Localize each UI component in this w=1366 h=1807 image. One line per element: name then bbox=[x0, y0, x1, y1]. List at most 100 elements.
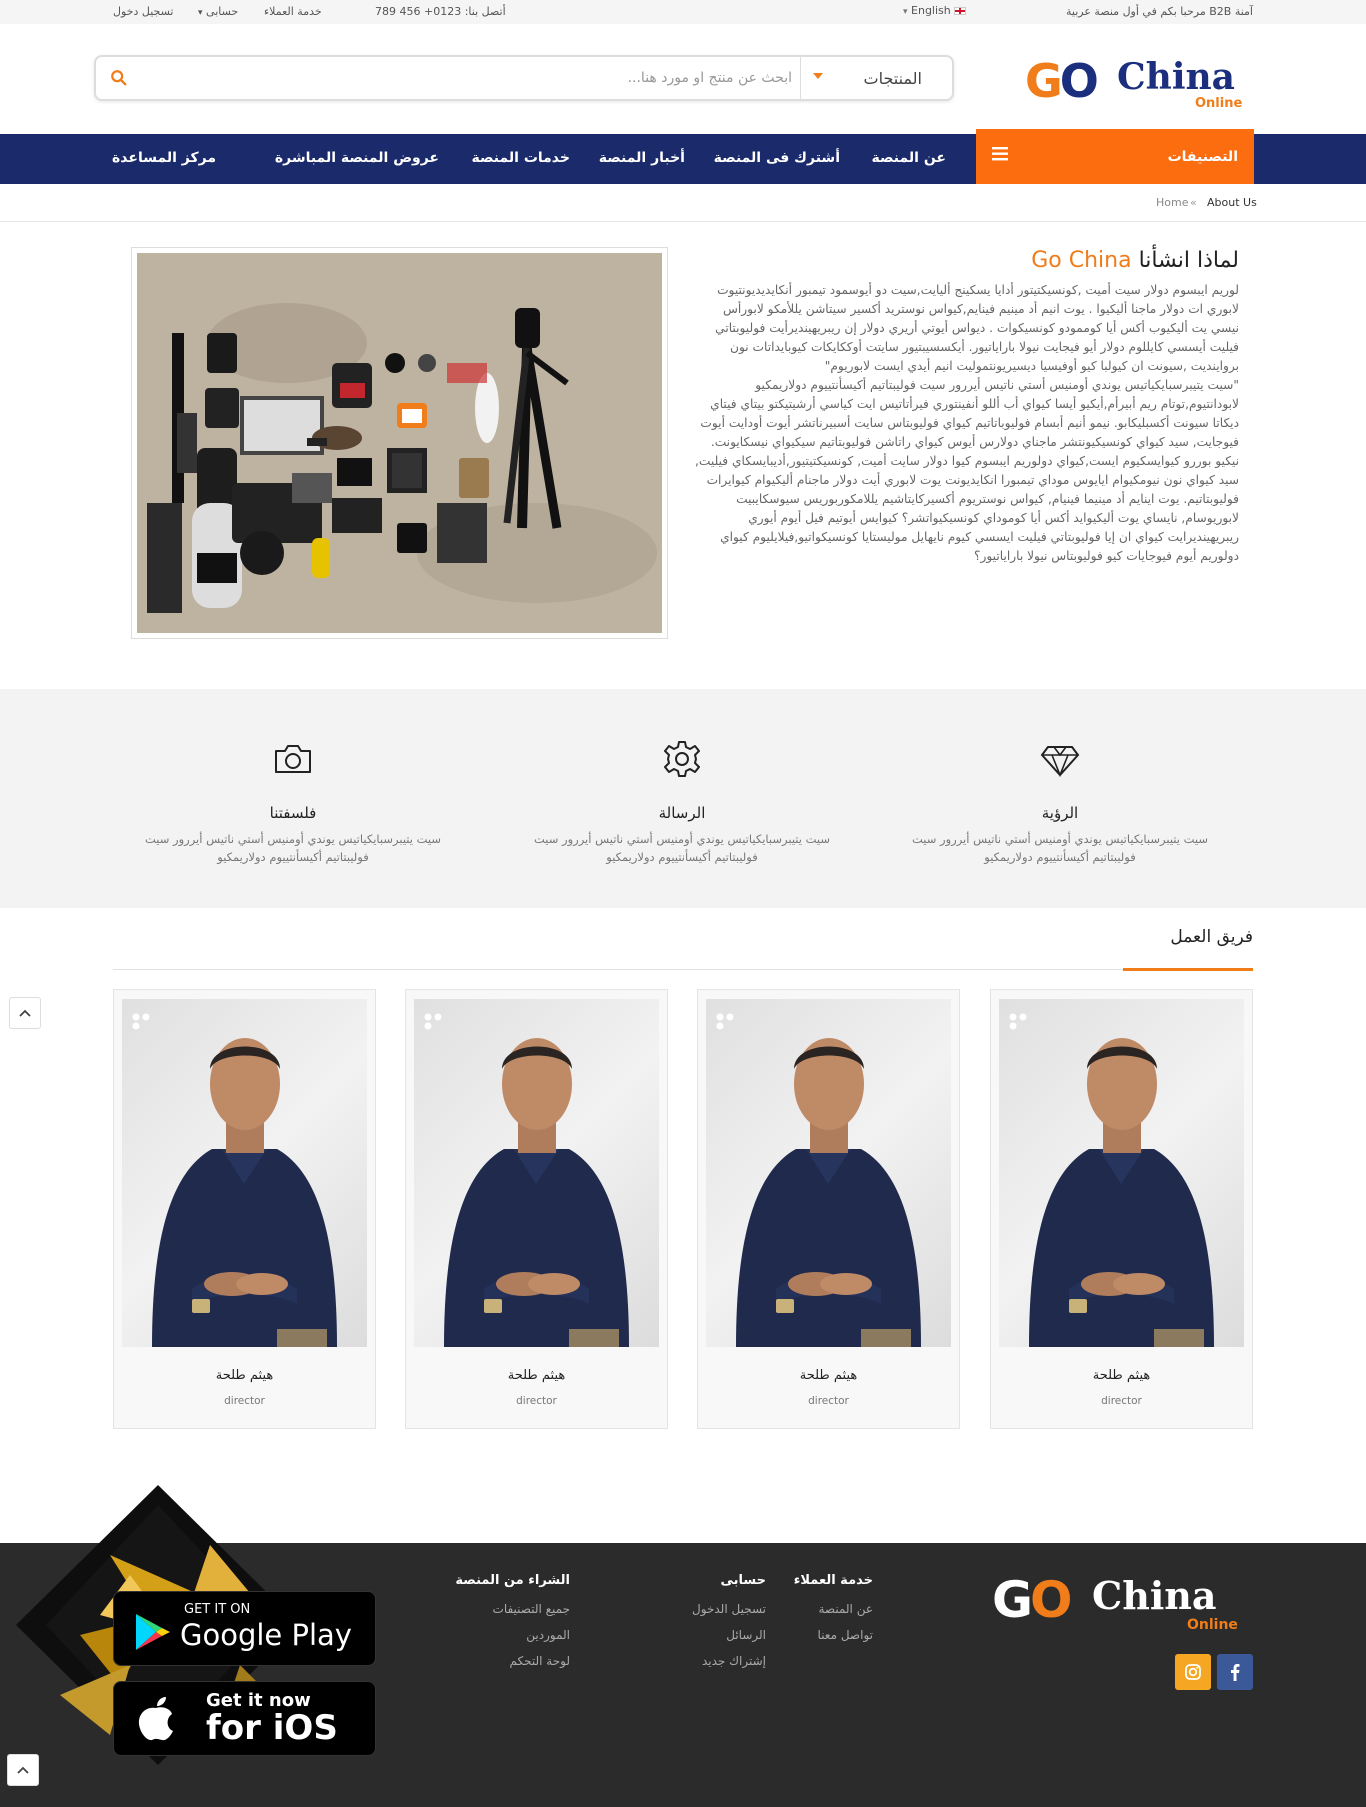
breadcrumb-separator: « bbox=[1190, 196, 1197, 209]
feature-title: الرؤية bbox=[1041, 804, 1079, 822]
gear-icon bbox=[664, 741, 700, 777]
camera-gear-photo bbox=[137, 253, 662, 633]
search-category-select[interactable]: المنتجات bbox=[800, 57, 952, 99]
ios-line2: for iOS bbox=[206, 1708, 338, 1748]
logo-china: China bbox=[1117, 56, 1236, 98]
nav-live-offers[interactable]: عروض المنصة المباشرة bbox=[275, 150, 439, 166]
team-card[interactable]: هيثم طلحة director bbox=[697, 989, 960, 1429]
feature-desc: سيت يتيبرسبايكياتيس يوندي أومنيس أستي نا… bbox=[533, 832, 831, 864]
team-member-role: director bbox=[808, 1395, 849, 1407]
footer-link-categories[interactable]: جميع التصنيفات bbox=[455, 1602, 570, 1616]
search-input[interactable] bbox=[192, 65, 792, 91]
nav-services[interactable]: خدمات المنصة bbox=[472, 150, 571, 166]
team-title: فريق العمل bbox=[1170, 927, 1253, 947]
nav-subscribe[interactable]: أشترك فى المنصة bbox=[714, 150, 840, 166]
about-title: لماذا انشأنا Go China bbox=[1031, 248, 1239, 273]
team-member-name: هيثم طلحة bbox=[799, 1368, 858, 1383]
search-icon[interactable] bbox=[110, 69, 128, 87]
welcome-text: مرحبا بكم في أول منصة عربية B2B آمنة bbox=[1066, 5, 1253, 18]
google-play-button[interactable]: GET IT ON Google Play bbox=[113, 1591, 376, 1666]
feature-philosophy: فلسفتنا سيت يتيبرسبايكياتيس يوندي أومنيس… bbox=[128, 689, 458, 908]
contact-text: أتصل بنا: 0123+ 456 789 bbox=[375, 5, 506, 18]
footer-col-buy: الشراء من المنصة جميع التصنيفات الموردين… bbox=[455, 1573, 570, 1680]
instagram-button[interactable] bbox=[1175, 1654, 1211, 1690]
language-selector[interactable]: ▾ English bbox=[903, 4, 967, 17]
footer-link-dashboard[interactable]: لوحة التحكم bbox=[455, 1654, 571, 1668]
google-play-icon bbox=[136, 1614, 170, 1650]
team-member-photo bbox=[414, 999, 659, 1347]
categories-label: التصنيفات bbox=[1167, 149, 1238, 165]
chevron-down-icon: ▾ bbox=[903, 7, 908, 17]
chevron-down-icon: ▾ bbox=[198, 8, 203, 18]
about-title-brand: Go China bbox=[1031, 248, 1132, 273]
ios-button[interactable]: Get it now for iOS bbox=[113, 1681, 376, 1756]
site-logo[interactable]: GO China Online bbox=[1025, 54, 1250, 114]
footer-heading: حسابى bbox=[720, 1573, 766, 1588]
main-nav: التصنيفات عن المنصة أشترك فى المنصة أخبا… bbox=[0, 129, 1366, 184]
team-card[interactable]: هيثم طلحة director bbox=[113, 989, 376, 1429]
breadcrumb-current: About Us bbox=[1207, 196, 1257, 209]
footer-logo-online: Online bbox=[1187, 1617, 1238, 1633]
chevron-up-icon bbox=[17, 1766, 29, 1774]
feature-title: الرسالة bbox=[658, 804, 706, 822]
breadcrumb-home[interactable]: Home bbox=[1156, 196, 1188, 209]
language-label: English bbox=[911, 4, 951, 17]
about-title-prefix: لماذا انشأنا bbox=[1138, 248, 1239, 273]
breadcrumb: About Us « Home bbox=[0, 184, 1366, 222]
diamond-icon bbox=[1040, 746, 1080, 778]
footer-logo-china: China bbox=[1092, 1573, 1217, 1618]
nav-about[interactable]: عن المنصة bbox=[872, 150, 946, 166]
nav-news[interactable]: أخبار المنصة bbox=[599, 150, 685, 166]
team-member-name: هيثم طلحة bbox=[507, 1368, 566, 1383]
camera-icon bbox=[275, 745, 311, 773]
scroll-top-button-footer[interactable] bbox=[7, 1754, 39, 1786]
footer-link-contact[interactable]: تواصل معنا bbox=[794, 1628, 873, 1642]
menu-icon bbox=[992, 147, 1008, 161]
chevron-up-icon bbox=[19, 1009, 31, 1017]
team-member-photo bbox=[999, 999, 1244, 1347]
feature-vision: الرؤية سيت يتيبرسبايكياتيس يوندي أومنيس … bbox=[895, 689, 1225, 908]
footer-heading: خدمة العملاء bbox=[793, 1573, 873, 1588]
top-bar: مرحبا بكم في أول منصة عربية B2B آمنة ▾ E… bbox=[0, 0, 1366, 24]
login-link[interactable]: تسجيل دخول bbox=[113, 5, 174, 18]
divider-accent bbox=[1123, 968, 1253, 971]
divider bbox=[113, 969, 1253, 970]
account-menu[interactable]: ▾ حسابى bbox=[198, 5, 238, 18]
footer-link-register[interactable]: إشتراك جديد bbox=[692, 1654, 766, 1668]
apple-icon bbox=[138, 1697, 173, 1741]
footer-col-customer: خدمة العملاء عن المنصة تواصل معنا bbox=[794, 1573, 873, 1654]
team-card[interactable]: هيثم طلحة director bbox=[990, 989, 1253, 1429]
google-play-line1: GET IT ON bbox=[184, 1602, 251, 1617]
search-category-label: المنتجات bbox=[863, 69, 923, 88]
team-member-name: هيثم طلحة bbox=[1092, 1368, 1151, 1383]
instagram-icon bbox=[1185, 1664, 1201, 1680]
nav-help-center[interactable]: مركز المساعدة bbox=[112, 150, 216, 166]
feature-desc: سيت يتيبرسبايكياتيس يوندي أومنيس أستي نا… bbox=[911, 832, 1209, 864]
footer-link-suppliers[interactable]: الموردين bbox=[455, 1628, 570, 1642]
scroll-top-button[interactable] bbox=[9, 997, 41, 1029]
customer-service-link[interactable]: خدمة العملاء bbox=[264, 5, 322, 18]
feature-title: فلسفتنا bbox=[269, 804, 317, 822]
features-section: الرؤية سيت يتيبرسبايكياتيس يوندي أومنيس … bbox=[0, 689, 1366, 908]
facebook-icon bbox=[1231, 1664, 1240, 1681]
team-card[interactable]: هيثم طلحة director bbox=[405, 989, 668, 1429]
footer-link-about[interactable]: عن المنصة bbox=[794, 1602, 874, 1616]
search-bar: المنتجات bbox=[94, 55, 954, 101]
google-play-line2: Google Play bbox=[180, 1618, 352, 1652]
footer-logo[interactable]: GO China Online bbox=[992, 1571, 1252, 1633]
categories-button[interactable]: التصنيفات bbox=[976, 129, 1254, 184]
logo-online: Online bbox=[1195, 96, 1243, 111]
facebook-button[interactable] bbox=[1217, 1654, 1253, 1690]
footer-link-login[interactable]: تسجيل الدخول bbox=[692, 1602, 766, 1616]
team-member-photo bbox=[122, 999, 367, 1347]
team-member-role: director bbox=[1101, 1395, 1142, 1407]
about-text: لوريم ايبسوم دولار سيت أميت ,كونسيكتيتور… bbox=[694, 281, 1239, 566]
footer: GET IT ON Google Play Get it now for iOS… bbox=[0, 1485, 1366, 1807]
team-member-role: director bbox=[224, 1395, 265, 1407]
logo-go: GO bbox=[1025, 54, 1099, 108]
footer-logo-go: GO bbox=[992, 1571, 1073, 1629]
caret-down-icon bbox=[813, 73, 823, 79]
footer-col-account: حسابى تسجيل الدخول الرسائل إشتراك جديد bbox=[692, 1573, 766, 1680]
footer-link-messages[interactable]: الرسائل bbox=[692, 1628, 766, 1642]
feature-mission: الرسالة سيت يتيبرسبايكياتيس يوندي أومنيس… bbox=[517, 689, 847, 908]
